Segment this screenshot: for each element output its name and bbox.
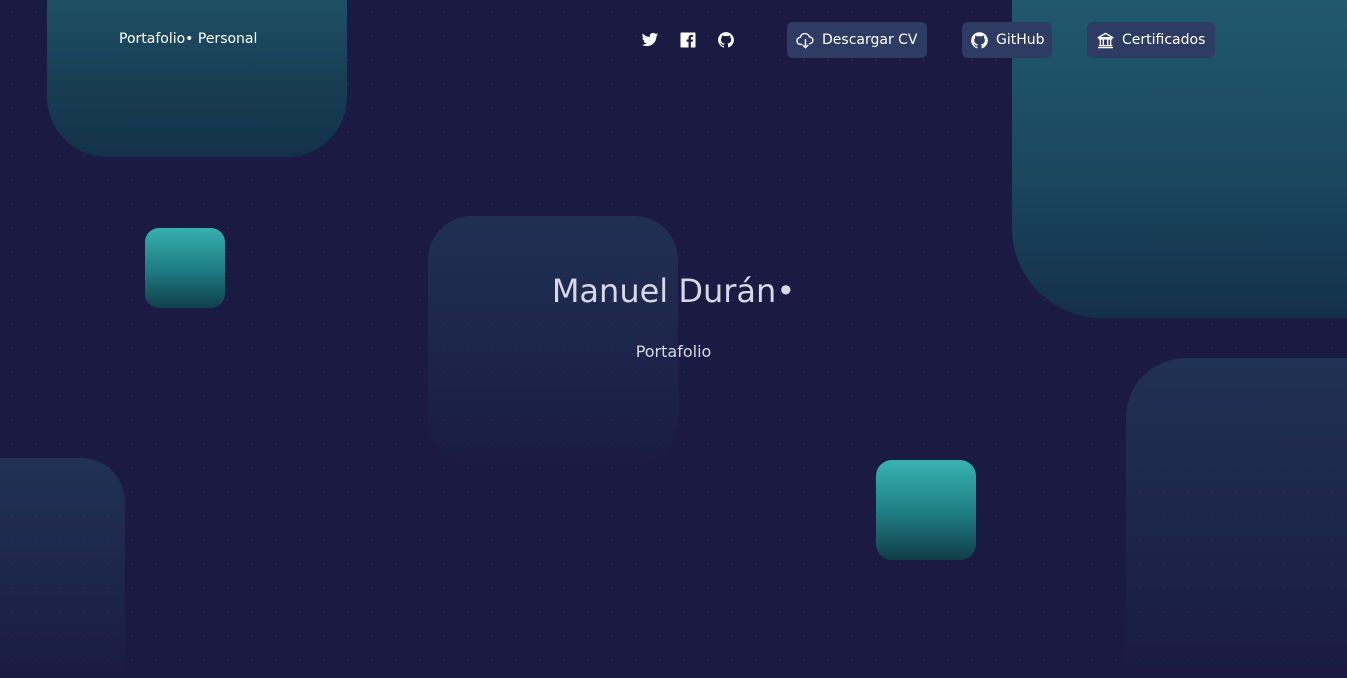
hero-subtitle: Portafolio [635,342,712,361]
download-cv-label: Descargar CV [822,32,918,48]
decorative-shape-top-left [47,0,347,157]
decorative-teal-square-bottom [876,460,976,560]
decorative-shape-bottom-left [0,458,125,678]
facebook-link[interactable] [678,30,698,50]
cloud-download-icon [795,30,815,50]
facebook-icon [680,32,696,48]
twitter-icon [641,32,659,47]
github-label: GitHub [996,32,1045,48]
github-icon [970,30,989,50]
institution-icon [1095,30,1115,50]
certificates-label: Certificados [1122,32,1206,48]
decorative-shape-bottom-right [1126,358,1347,668]
hero-title: Manuel Durán• [551,272,796,310]
twitter-link[interactable] [640,30,660,50]
brand-title[interactable]: Portafolio• Personal [119,31,257,47]
certificates-button[interactable]: Certificados [1087,22,1215,58]
github-icon [718,32,734,48]
download-cv-button[interactable]: Descargar CV [787,22,927,58]
decorative-shape-center [428,216,678,466]
github-button[interactable]: GitHub [962,22,1052,58]
github-link[interactable] [716,30,736,50]
